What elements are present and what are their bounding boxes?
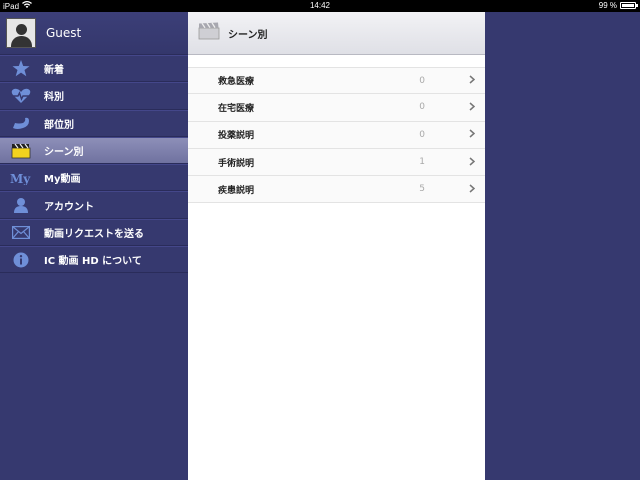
clapperboard-icon (198, 22, 220, 44)
mail-icon (10, 223, 32, 241)
sidebar-item-label: 科別 (44, 92, 64, 104)
sidebar-item-label: 動画リクエストを送る (44, 228, 144, 240)
user-row[interactable]: Guest (0, 12, 188, 55)
sidebar-item-video-request[interactable]: 動画リクエストを送る (0, 218, 188, 247)
list-item[interactable]: 疾患説明 5 (188, 176, 485, 204)
svg-text:My: My (10, 172, 31, 185)
sidebar-item-label: シーン別 (44, 147, 84, 159)
list-item[interactable]: 在宅医療 0 (188, 94, 485, 122)
my-icon: My (10, 169, 32, 187)
list-item[interactable]: 救急医療 0 (188, 67, 485, 95)
sidebar-item-new[interactable]: 新着 (0, 55, 188, 83)
list-item-count: 1 (419, 157, 425, 168)
sidebar-item-label: 新着 (44, 65, 64, 77)
sidebar-item-department[interactable]: 科別 (0, 82, 188, 110)
list-item[interactable]: 投薬説明 0 (188, 121, 485, 149)
panel-title: シーン別 (228, 29, 268, 41)
list-item-count: 0 (419, 129, 425, 140)
scene-panel: シーン別 救急医療 0 在宅医療 0 投薬説明 0 手術説明 1 疾患説明 5 (188, 12, 485, 480)
scene-list: 救急医療 0 在宅医療 0 投薬説明 0 手術説明 1 疾患説明 5 (188, 55, 485, 204)
list-item-label: 投薬説明 (218, 131, 255, 142)
sidebar-item-my-videos[interactable]: My My動画 (0, 164, 188, 192)
list-item-label: 手術説明 (218, 158, 255, 169)
user-name: Guest (46, 26, 82, 40)
chevron-right-icon (469, 74, 476, 87)
chevron-right-icon (469, 128, 476, 141)
battery-percent: 99 % (598, 1, 617, 10)
clapperboard-icon (10, 142, 32, 160)
sidebar-item-about[interactable]: IC 動画 HD について (0, 246, 188, 274)
chevron-right-icon (469, 101, 476, 114)
list-item-count: 0 (419, 102, 425, 113)
sidebar-item-account[interactable]: アカウント (0, 191, 188, 219)
list-item-count: 0 (419, 75, 425, 86)
star-icon (10, 60, 32, 78)
sidebar-item-body-part[interactable]: 部位別 (0, 109, 188, 137)
list-item-count: 5 (419, 184, 425, 195)
list-item[interactable]: 手術説明 1 (188, 148, 485, 177)
heart-pulse-icon (10, 87, 32, 105)
info-icon (10, 251, 32, 269)
list-item-label: 救急医療 (218, 77, 255, 88)
chevron-right-icon (469, 183, 476, 196)
chevron-right-icon (469, 156, 476, 169)
list-item-label: 疾患説明 (218, 185, 255, 196)
panel-header: シーン別 (188, 12, 485, 55)
sidebar-item-label: 部位別 (44, 119, 74, 131)
sidebar-item-label: My動画 (44, 174, 81, 186)
person-icon (10, 196, 32, 214)
status-bar: iPad 14:42 99 % (0, 0, 640, 12)
clock: 14:42 (309, 1, 331, 10)
arm-icon (10, 114, 32, 132)
list-item-label: 在宅医療 (218, 103, 255, 114)
avatar (6, 18, 36, 48)
battery-fill (622, 4, 634, 7)
battery-icon (620, 2, 638, 9)
sidebar: Guest 新着 科別 部位別 シーン別 My My動画 アカウント 動画リクエ… (0, 12, 188, 480)
sidebar-item-label: アカウント (44, 201, 94, 213)
sidebar-item-scene[interactable]: シーン別 (0, 136, 188, 165)
sidebar-item-label: IC 動画 HD について (44, 256, 142, 268)
